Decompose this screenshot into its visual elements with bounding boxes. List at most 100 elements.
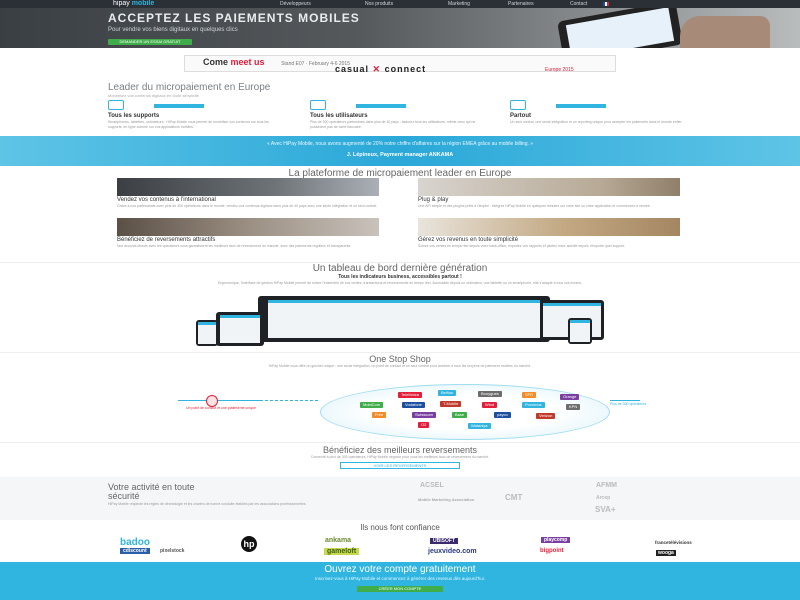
playcomp-logo: playcomp — [541, 537, 571, 543]
nav-item-produits[interactable]: Nos produits — [365, 0, 393, 8]
logo-text-hipay: hipay — [113, 0, 130, 7]
feature-desc: Smartphones, tablettes, ordinateurs : Hi… — [108, 120, 269, 129]
security-title: Votre activité en toute sécurité — [108, 482, 195, 501]
pixelstock-logo: pixelstock — [160, 548, 185, 554]
bigpoint-logo: bigpoint — [540, 548, 564, 554]
logo[interactable]: hipay mobile — [113, 0, 154, 8]
operator-logo: Bouygues — [478, 391, 502, 397]
dashboard-text: Ergonomique, l'interface de gestion HiPa… — [217, 281, 583, 285]
hp-logo: hp — [241, 536, 257, 552]
nav-item-developpeurs[interactable]: Développeurs — [280, 0, 311, 8]
feature-desc: Plus de 300 opérateurs partenaires dans … — [310, 120, 476, 129]
ankama-logo: ankama — [325, 537, 352, 544]
hero-title: ACCEPTEZ LES PAIEMENTS MOBILES — [108, 11, 360, 25]
tile-text: Grâce à nos partenariats avec plus de 30… — [117, 204, 378, 208]
wooga-logo: wooga — [656, 550, 676, 556]
divider — [0, 352, 800, 353]
banner-meet: meet us — [230, 57, 265, 67]
world-map-image — [117, 178, 379, 196]
banner-casual: casual — [335, 64, 370, 74]
nav-item-contact[interactable]: Contact — [570, 0, 587, 8]
globe-icon — [510, 100, 526, 110]
leader-subtitle: Monétisez vos contenus digitaux en toute… — [108, 93, 199, 98]
event-banner[interactable]: Come meet us Stand E07 · February 4-6 20… — [184, 55, 616, 75]
tile-title: Plug & play — [418, 197, 449, 203]
tablet-device — [258, 296, 550, 342]
tile-title: Bénéficiez de reversements attractifs — [117, 237, 216, 243]
tile-title: Vendez vos contenus à l'international — [117, 197, 216, 203]
operator-logo: Wind — [482, 402, 498, 408]
reversements-title: Bénéficiez des meilleurs reversements — [322, 445, 478, 455]
phone-device-right — [568, 318, 592, 344]
x-icon: ✕ — [372, 64, 382, 74]
operator-logo: Proximus — [522, 402, 545, 408]
money-image — [117, 218, 379, 236]
feature-label: Partout — [510, 113, 531, 119]
banner-connect: connect — [384, 64, 427, 74]
hand-image — [680, 16, 770, 48]
banner-come: Come — [203, 57, 229, 67]
testimonial-author: J. Lépineux, Payment manager ANKAMA — [346, 152, 454, 158]
afmm-logo: AFMM — [596, 482, 617, 489]
everywhere-chip — [556, 104, 606, 108]
plug-image — [418, 178, 680, 196]
blocks-image — [418, 218, 680, 236]
onestop-left-label: Un point de contact et une plateforme un… — [186, 406, 256, 410]
ubisoft-logo: UBISOFT — [430, 538, 458, 544]
operator-logo: SFR — [522, 392, 536, 398]
tile-title: Gérez vos revenus en toute simplicité — [418, 237, 519, 243]
connector-line — [178, 400, 260, 401]
hero: ACCEPTEZ LES PAIEMENTS MOBILES Pour vend… — [0, 8, 800, 48]
reversements-text: Connecté à plus de 300 opérateurs, HiPay… — [310, 455, 490, 459]
hero-subtitle: Pour vendre vos biens digitaux en quelqu… — [108, 27, 238, 33]
operator-logo: Wataniya — [468, 423, 491, 429]
users-chip — [356, 104, 406, 108]
dashboard-subtitle: Tous les indicateurs business, accessibl… — [338, 274, 462, 280]
jeuxvideo-logo: jeuxvideo.com — [428, 548, 477, 555]
tile-text: Nos accords directs avec les opérateurs … — [117, 244, 352, 248]
testimonial-strip: « Avec HiPay Mobile, nous avons augmenté… — [0, 136, 800, 166]
logo-text-mobile: mobile — [131, 0, 155, 7]
operator-logo: Vodafone — [402, 402, 425, 408]
divider — [0, 442, 800, 443]
casual-connect-logo: casual ✕ connect — [335, 64, 426, 75]
phone-device — [196, 320, 218, 346]
onestop-right-label: Plus de 300 opérateurs — [610, 402, 647, 406]
operator-logo: Base — [452, 412, 468, 418]
onestop-text: HiPay Mobile vous offre un guichet uniqu… — [268, 364, 532, 368]
operator-logo: MobiCom — [360, 402, 384, 408]
mma-logo: Mobile Marketing Association — [418, 497, 475, 502]
signup-title: Ouvrez votre compte gratuitement — [324, 564, 476, 575]
leader-title: Leader du micropaiement en Europe — [108, 82, 271, 93]
banner-region: Europe 2015 — [545, 67, 574, 73]
signup-button[interactable]: CRÉER MON COMPTE — [357, 586, 443, 592]
top-navigation: hipay mobile Développeurs Nos produits M… — [0, 0, 800, 8]
operator-logo: Telefónica — [398, 392, 423, 398]
connector-line-right — [610, 400, 640, 401]
badoo-logo: badoo — [120, 537, 150, 548]
tile-text: Une API simple et des plugins prêts à l'… — [418, 204, 651, 208]
fr-flag-icon[interactable] — [603, 2, 609, 6]
hero-cta-button[interactable]: DEMANDER UN ESSAI GRATUIT — [108, 39, 192, 45]
onestop-title: One Stop Shop — [369, 354, 431, 364]
gameloft-logo: gameloft — [324, 548, 360, 555]
nav-item-partenaires[interactable]: Partenaires — [508, 0, 534, 8]
tile-text: Suivez vos ventes en temps réel depuis v… — [418, 244, 626, 248]
testimonial-text: « Avec HiPay Mobile, nous avons augmenté… — [266, 141, 534, 147]
supports-chip — [154, 104, 204, 108]
signup-section: Ouvrez votre compte gratuitement Inscriv… — [0, 562, 800, 600]
operator-logo: Verizon — [536, 413, 556, 419]
operator-logo: T-Mobile — [440, 401, 462, 407]
users-icon — [310, 100, 326, 110]
operator-logo: payco — [494, 412, 511, 418]
trust-title: Ils nous font confiance — [360, 523, 440, 532]
feature-label: Tous les utilisateurs — [310, 113, 368, 119]
signup-text: Inscrivez-vous à HiPay Mobile et commenc… — [315, 576, 485, 581]
reversements-button[interactable]: VOIR LES REVERSEMENTS — [340, 462, 460, 469]
dashed-connector — [260, 400, 320, 401]
sva-logo: SVA+ — [595, 505, 616, 514]
feature-label: Tous les supports — [108, 113, 160, 119]
operator-logo: Orange — [560, 394, 580, 400]
banner-line-1: Come meet us Stand E07 · February 4-6 20… — [203, 57, 350, 67]
nav-item-marketing[interactable]: Marketing — [448, 0, 470, 8]
